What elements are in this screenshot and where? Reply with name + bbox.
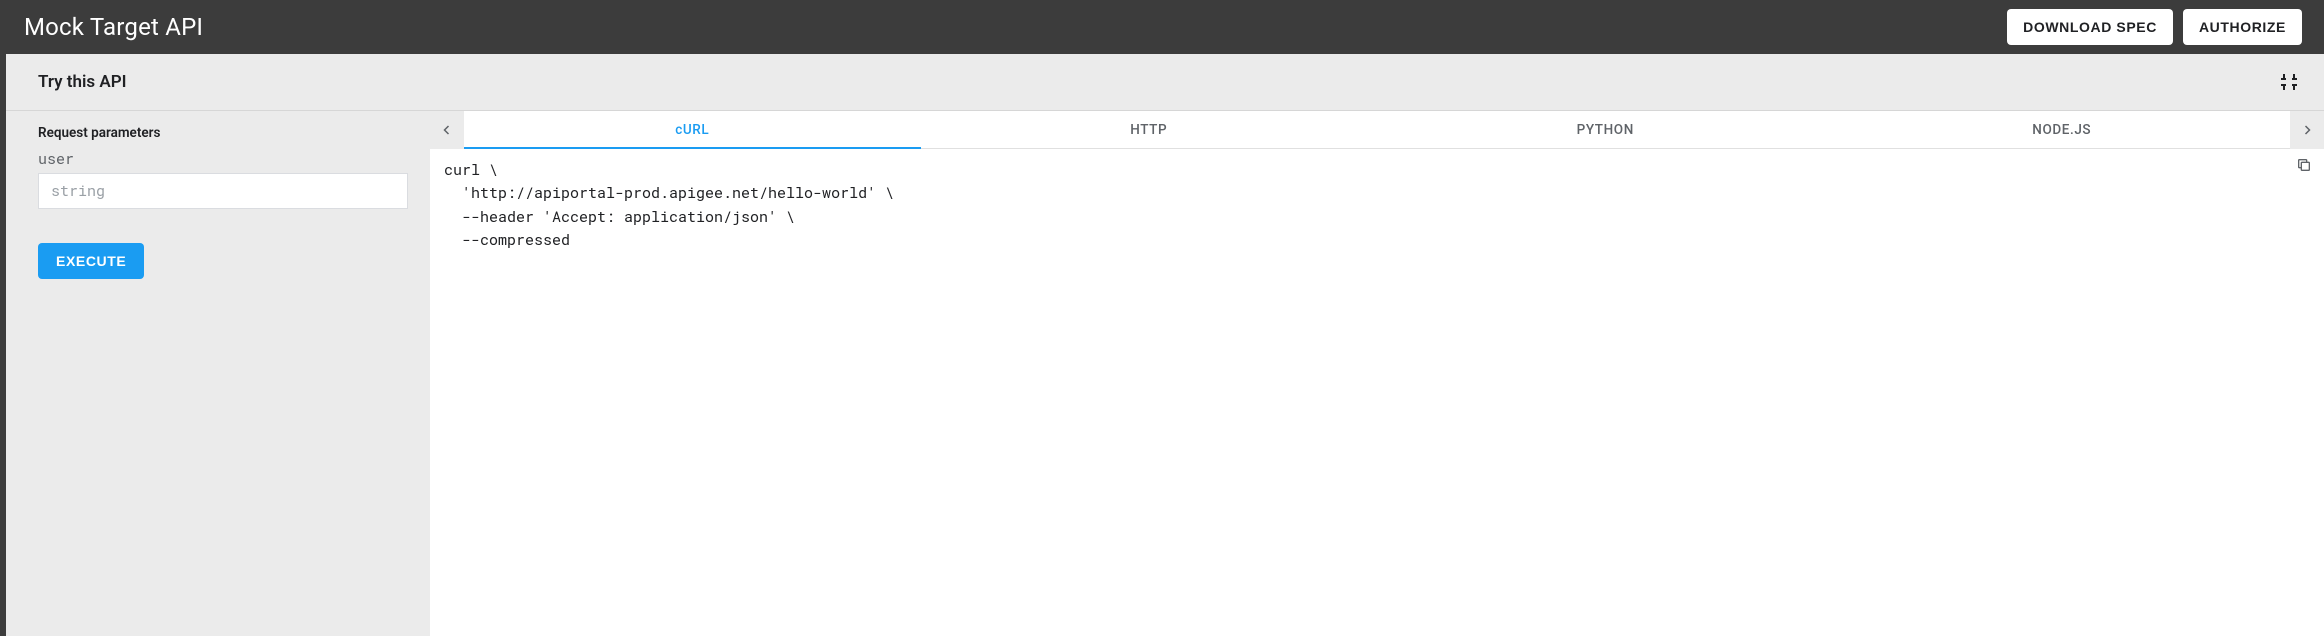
copy-icon[interactable] [2296, 157, 2314, 175]
tab-curl[interactable]: cURL [464, 111, 921, 148]
param-name: user [38, 149, 408, 169]
tabs-scroll-right-button[interactable] [2290, 111, 2324, 149]
shell: Try this API Request parameters user EXE… [0, 54, 2324, 636]
header-buttons: DOWNLOAD SPEC AUTHORIZE [2007, 9, 2302, 45]
user-input[interactable] [38, 173, 408, 209]
tabs-row: cURL HTTP PYTHON NODE.JS [430, 111, 2324, 149]
code-area: curl \ 'http://apiportal-prod.apigee.net… [430, 149, 2324, 636]
try-api-panel: Try this API Request parameters user EXE… [6, 54, 2324, 636]
download-spec-button[interactable]: DOWNLOAD SPEC [2007, 9, 2173, 45]
header: Mock Target API DOWNLOAD SPEC AUTHORIZE [0, 0, 2324, 54]
request-params-pane: Request parameters user EXECUTE [6, 111, 430, 636]
collapse-icon[interactable] [2280, 73, 2298, 91]
tab-http[interactable]: HTTP [921, 111, 1378, 148]
tabs-scroll-left-button[interactable] [430, 111, 464, 149]
authorize-button[interactable]: AUTHORIZE [2183, 9, 2302, 45]
tab-nodejs[interactable]: NODE.JS [1834, 111, 2291, 148]
code-sample-pane: cURL HTTP PYTHON NODE.JS curl \ 'http://… [430, 111, 2324, 636]
page-title: Mock Target API [24, 13, 203, 41]
request-params-label: Request parameters [38, 125, 408, 141]
panel-body: Request parameters user EXECUTE cURL HTT… [6, 111, 2324, 636]
code-snippet: curl \ 'http://apiportal-prod.apigee.net… [430, 149, 2324, 262]
code-tabs: cURL HTTP PYTHON NODE.JS [464, 111, 2290, 149]
panel-title: Try this API [38, 72, 127, 92]
tab-python[interactable]: PYTHON [1377, 111, 1834, 148]
panel-header: Try this API [6, 54, 2324, 111]
execute-button[interactable]: EXECUTE [38, 243, 144, 279]
